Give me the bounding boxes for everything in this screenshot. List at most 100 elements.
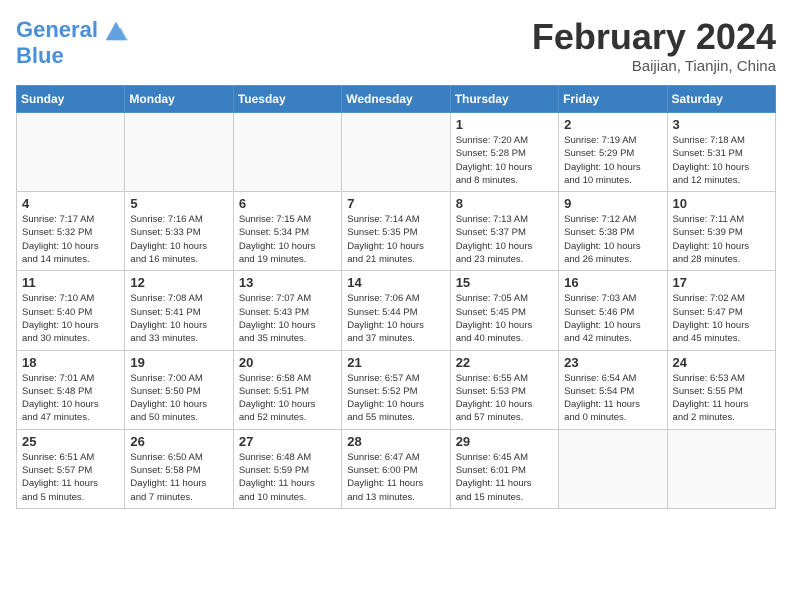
header-friday: Friday [559,86,667,113]
day-info: Sunrise: 6:50 AMSunset: 5:58 PMDaylight:… [130,451,227,504]
header-sunday: Sunday [17,86,125,113]
table-row [342,113,450,192]
day-info: Sunrise: 6:55 AMSunset: 5:53 PMDaylight:… [456,372,553,425]
table-row: 13 Sunrise: 7:07 AMSunset: 5:43 PMDayligh… [233,271,341,350]
day-number: 10 [673,196,770,211]
day-info: Sunrise: 7:11 AMSunset: 5:39 PMDaylight:… [673,213,770,266]
table-row: 15 Sunrise: 7:05 AMSunset: 5:45 PMDayligh… [450,271,558,350]
page-header: General Blue February 2024 Baijian, Tian… [16,16,776,75]
table-row [125,113,233,192]
day-number: 12 [130,275,227,290]
day-info: Sunrise: 7:01 AMSunset: 5:48 PMDaylight:… [22,372,119,425]
day-info: Sunrise: 6:48 AMSunset: 5:59 PMDaylight:… [239,451,336,504]
day-info: Sunrise: 7:02 AMSunset: 5:47 PMDaylight:… [673,292,770,345]
day-info: Sunrise: 7:12 AMSunset: 5:38 PMDaylight:… [564,213,661,266]
calendar-week-row: 1 Sunrise: 7:20 AMSunset: 5:28 PMDaylight… [17,113,776,192]
day-number: 23 [564,355,661,370]
day-info: Sunrise: 7:13 AMSunset: 5:37 PMDaylight:… [456,213,553,266]
calendar-week-row: 25 Sunrise: 6:51 AMSunset: 5:57 PMDayligh… [17,429,776,508]
table-row: 16Sunrise: 7:03 AMSunset: 5:46 PMDayligh… [559,271,667,350]
day-info: Sunrise: 7:15 AMSunset: 5:34 PMDaylight:… [239,213,336,266]
day-info: Sunrise: 7:03 AMSunset: 5:46 PMDaylight:… [564,292,661,345]
table-row: 3Sunrise: 7:18 AMSunset: 5:31 PMDaylight… [667,113,775,192]
header-saturday: Saturday [667,86,775,113]
table-row [17,113,125,192]
day-info: Sunrise: 6:47 AMSunset: 6:00 PMDaylight:… [347,451,444,504]
day-number: 5 [130,196,227,211]
table-row: 23 Sunrise: 6:54 AMSunset: 5:54 PMDayligh… [559,350,667,429]
day-info: Sunrise: 6:57 AMSunset: 5:52 PMDaylight:… [347,372,444,425]
logo-text-blue: Blue [16,44,130,68]
day-info: Sunrise: 7:05 AMSunset: 5:45 PMDaylight:… [456,292,553,345]
day-number: 25 [22,434,119,449]
location: Baijian, Tianjin, China [532,58,776,75]
table-row [233,113,341,192]
day-number: 13 [239,275,336,290]
day-info: Sunrise: 7:19 AMSunset: 5:29 PMDaylight:… [564,134,661,187]
table-row: 2 Sunrise: 7:19 AMSunset: 5:29 PMDaylight… [559,113,667,192]
table-row: 11Sunrise: 7:10 AMSunset: 5:40 PMDayligh… [17,271,125,350]
day-number: 26 [130,434,227,449]
day-info: Sunrise: 7:17 AMSunset: 5:32 PMDaylight:… [22,213,119,266]
day-number: 28 [347,434,444,449]
table-row: 7 Sunrise: 7:14 AMSunset: 5:35 PMDaylight… [342,192,450,271]
day-info: Sunrise: 7:08 AMSunset: 5:41 PMDaylight:… [130,292,227,345]
table-row [667,429,775,508]
day-info: Sunrise: 6:53 AMSunset: 5:55 PMDaylight:… [673,372,770,425]
table-row: 29Sunrise: 6:45 AMSunset: 6:01 PMDayligh… [450,429,558,508]
month-title: February 2024 [532,16,776,58]
day-info: Sunrise: 7:06 AMSunset: 5:44 PMDaylight:… [347,292,444,345]
day-number: 14 [347,275,444,290]
calendar-header-row: Sunday Monday Tuesday Wednesday Thursday… [17,86,776,113]
table-row: 6 Sunrise: 7:15 AMSunset: 5:34 PMDaylight… [233,192,341,271]
calendar-week-row: 18 Sunrise: 7:01 AMSunset: 5:48 PMDayligh… [17,350,776,429]
day-number: 4 [22,196,119,211]
day-info: Sunrise: 7:20 AMSunset: 5:28 PMDaylight:… [456,134,553,187]
day-number: 7 [347,196,444,211]
day-number: 15 [456,275,553,290]
day-number: 20 [239,355,336,370]
title-block: February 2024 Baijian, Tianjin, China [532,16,776,75]
day-info: Sunrise: 6:51 AMSunset: 5:57 PMDaylight:… [22,451,119,504]
day-number: 29 [456,434,553,449]
table-row: 1 Sunrise: 7:20 AMSunset: 5:28 PMDaylight… [450,113,558,192]
day-number: 18 [22,355,119,370]
table-row: 20 Sunrise: 6:58 AMSunset: 5:51 PMDayligh… [233,350,341,429]
day-info: Sunrise: 7:10 AMSunset: 5:40 PMDaylight:… [22,292,119,345]
header-wednesday: Wednesday [342,86,450,113]
day-number: 9 [564,196,661,211]
table-row: 17 Sunrise: 7:02 AMSunset: 5:47 PMDayligh… [667,271,775,350]
logo: General Blue [16,16,130,68]
day-number: 6 [239,196,336,211]
day-info: Sunrise: 6:58 AMSunset: 5:51 PMDaylight:… [239,372,336,425]
table-row: 12 Sunrise: 7:08 AMSunset: 5:41 PMDayligh… [125,271,233,350]
logo-icon [102,16,130,44]
day-info: Sunrise: 7:16 AMSunset: 5:33 PMDaylight:… [130,213,227,266]
table-row: 14 Sunrise: 7:06 AMSunset: 5:44 PMDayligh… [342,271,450,350]
day-info: Sunrise: 7:14 AMSunset: 5:35 PMDaylight:… [347,213,444,266]
day-number: 8 [456,196,553,211]
table-row: 18 Sunrise: 7:01 AMSunset: 5:48 PMDayligh… [17,350,125,429]
day-number: 22 [456,355,553,370]
table-row: 21 Sunrise: 6:57 AMSunset: 5:52 PMDayligh… [342,350,450,429]
table-row: 10 Sunrise: 7:11 AMSunset: 5:39 PMDayligh… [667,192,775,271]
day-number: 17 [673,275,770,290]
day-number: 19 [130,355,227,370]
day-number: 24 [673,355,770,370]
table-row: 5 Sunrise: 7:16 AMSunset: 5:33 PMDaylight… [125,192,233,271]
day-number: 2 [564,117,661,132]
calendar-week-row: 11Sunrise: 7:10 AMSunset: 5:40 PMDayligh… [17,271,776,350]
day-info: Sunrise: 7:07 AMSunset: 5:43 PMDaylight:… [239,292,336,345]
table-row: 25 Sunrise: 6:51 AMSunset: 5:57 PMDayligh… [17,429,125,508]
day-number: 21 [347,355,444,370]
day-info: Sunrise: 7:18 AMSunset: 5:31 PMDaylight:… [673,134,770,187]
header-monday: Monday [125,86,233,113]
day-info: Sunrise: 7:00 AMSunset: 5:50 PMDaylight:… [130,372,227,425]
table-row: 28 Sunrise: 6:47 AMSunset: 6:00 PMDayligh… [342,429,450,508]
day-info: Sunrise: 6:54 AMSunset: 5:54 PMDaylight:… [564,372,661,425]
day-number: 1 [456,117,553,132]
table-row: 26 Sunrise: 6:50 AMSunset: 5:58 PMDayligh… [125,429,233,508]
table-row: 8 Sunrise: 7:13 AMSunset: 5:37 PMDaylight… [450,192,558,271]
table-row: 27Sunrise: 6:48 AMSunset: 5:59 PMDayligh… [233,429,341,508]
calendar-week-row: 4 Sunrise: 7:17 AMSunset: 5:32 PMDaylight… [17,192,776,271]
